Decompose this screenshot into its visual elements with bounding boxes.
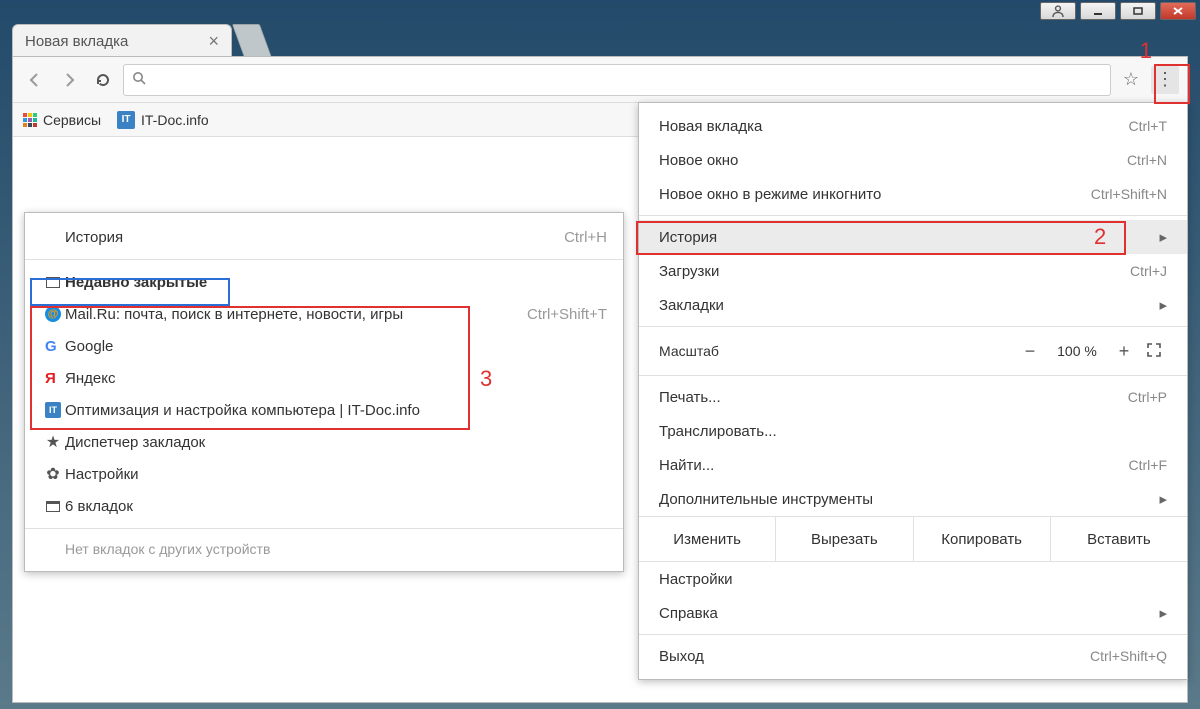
submenu-separator bbox=[25, 259, 623, 260]
menu-item-new-tab[interactable]: Новая вкладкаCtrl+T bbox=[639, 109, 1187, 143]
mailru-favicon-icon: @ bbox=[41, 306, 65, 322]
zoom-out-button[interactable]: − bbox=[1013, 341, 1047, 362]
minimize-button[interactable] bbox=[1080, 2, 1116, 20]
annotation-label-3: 3 bbox=[480, 366, 492, 392]
history-item-itdoc[interactable]: IT Оптимизация и настройка компьютера | … bbox=[25, 394, 623, 426]
menu-item-more-tools[interactable]: Дополнительные инструменты▸ bbox=[639, 482, 1187, 516]
itdoc-favicon-icon: IT bbox=[41, 402, 65, 418]
history-submenu: История Ctrl+H Недавно закрытые @ Mail.R… bbox=[24, 212, 624, 572]
settings-item[interactable]: ✿ Настройки bbox=[25, 458, 623, 490]
menu-item-exit[interactable]: ВыходCtrl+Shift+Q bbox=[639, 639, 1187, 673]
menu-item-bookmarks[interactable]: Закладки▸ bbox=[639, 288, 1187, 322]
history-item-google[interactable]: G Google bbox=[25, 330, 623, 362]
menu-separator bbox=[639, 215, 1187, 216]
edit-cut-button[interactable]: Вырезать bbox=[776, 517, 913, 561]
main-menu-dropdown: Новая вкладкаCtrl+T Новое окноCtrl+N Нов… bbox=[638, 102, 1188, 680]
menu-item-print[interactable]: Печать...Ctrl+P bbox=[639, 380, 1187, 414]
menu-edit-row: Изменить Вырезать Копировать Вставить bbox=[639, 516, 1187, 562]
star-icon: ★ bbox=[41, 432, 65, 452]
apps-shortcut[interactable]: Сервисы bbox=[23, 112, 101, 128]
menu-separator bbox=[639, 634, 1187, 635]
back-button[interactable] bbox=[21, 66, 49, 94]
bookmark-label: IT-Doc.info bbox=[141, 112, 209, 128]
address-bar[interactable] bbox=[123, 64, 1111, 96]
edit-label: Изменить bbox=[639, 517, 776, 561]
tab-icon bbox=[41, 501, 65, 512]
menu-zoom-row: Масштаб − 100 % + bbox=[639, 331, 1187, 371]
menu-item-new-window[interactable]: Новое окноCtrl+N bbox=[639, 143, 1187, 177]
toolbar: ☆ ⋮ bbox=[13, 57, 1187, 103]
new-tab-button[interactable] bbox=[232, 24, 272, 58]
menu-item-help[interactable]: Справка▸ bbox=[639, 596, 1187, 630]
edit-paste-button[interactable]: Вставить bbox=[1051, 517, 1187, 561]
no-tabs-footer: Нет вкладок с других устройств bbox=[25, 535, 623, 557]
bookmark-star-icon[interactable]: ☆ bbox=[1117, 69, 1145, 90]
yandex-favicon-icon: Я bbox=[41, 370, 65, 386]
active-tab[interactable]: Новая вкладка × bbox=[12, 24, 232, 58]
menu-separator bbox=[639, 375, 1187, 376]
chevron-right-icon: ▸ bbox=[1159, 296, 1167, 314]
recently-closed-header: Недавно закрытые bbox=[25, 266, 623, 298]
search-icon bbox=[132, 71, 146, 89]
user-switch-button[interactable] bbox=[1040, 2, 1076, 20]
history-item-yandex[interactable]: Я Яндекс bbox=[25, 362, 623, 394]
menu-item-downloads[interactable]: ЗагрузкиCtrl+J bbox=[639, 254, 1187, 288]
bookmark-item-itdoc[interactable]: IT IT-Doc.info bbox=[117, 111, 209, 129]
chevron-right-icon: ▸ bbox=[1159, 604, 1167, 622]
apps-grid-icon bbox=[23, 113, 37, 127]
zoom-label: Масштаб bbox=[659, 343, 1013, 359]
apps-label: Сервисы bbox=[43, 112, 101, 128]
menu-item-cast[interactable]: Транслировать... bbox=[639, 414, 1187, 448]
forward-button[interactable] bbox=[55, 66, 83, 94]
menu-item-incognito[interactable]: Новое окно в режиме инкогнитоCtrl+Shift+… bbox=[639, 177, 1187, 211]
annotation-label-2: 2 bbox=[1094, 224, 1106, 250]
menu-separator bbox=[639, 326, 1187, 327]
chevron-right-icon: ▸ bbox=[1159, 490, 1167, 508]
menu-item-find[interactable]: Найти...Ctrl+F bbox=[639, 448, 1187, 482]
zoom-in-button[interactable]: + bbox=[1107, 341, 1141, 362]
gear-icon: ✿ bbox=[41, 464, 65, 484]
tab-strip: Новая вкладка × bbox=[12, 22, 1188, 58]
edit-copy-button[interactable]: Копировать bbox=[914, 517, 1051, 561]
maximize-button[interactable] bbox=[1120, 2, 1156, 20]
reload-button[interactable] bbox=[89, 66, 117, 94]
itdoc-favicon-icon: IT bbox=[117, 111, 135, 129]
menu-item-settings[interactable]: Настройки bbox=[639, 562, 1187, 596]
os-titlebar bbox=[0, 0, 1200, 22]
fullscreen-icon[interactable] bbox=[1141, 342, 1167, 361]
chevron-right-icon: ▸ bbox=[1159, 228, 1167, 246]
tab-icon bbox=[41, 277, 65, 288]
history-item-mailru[interactable]: @ Mail.Ru: почта, поиск в интернете, нов… bbox=[25, 298, 623, 330]
six-tabs-item[interactable]: 6 вкладок bbox=[25, 490, 623, 522]
google-favicon-icon: G bbox=[41, 338, 65, 354]
close-tab-icon[interactable]: × bbox=[208, 31, 219, 52]
submenu-separator bbox=[25, 528, 623, 529]
tab-title: Новая вкладка bbox=[25, 33, 128, 50]
close-window-button[interactable] bbox=[1160, 2, 1196, 20]
zoom-value: 100 % bbox=[1047, 343, 1107, 359]
main-menu-button[interactable]: ⋮ bbox=[1151, 66, 1179, 94]
bookmark-manager-item[interactable]: ★ Диспетчер закладок bbox=[25, 426, 623, 458]
annotation-label-1: 1 bbox=[1140, 38, 1152, 64]
history-header[interactable]: История Ctrl+H bbox=[25, 221, 623, 253]
